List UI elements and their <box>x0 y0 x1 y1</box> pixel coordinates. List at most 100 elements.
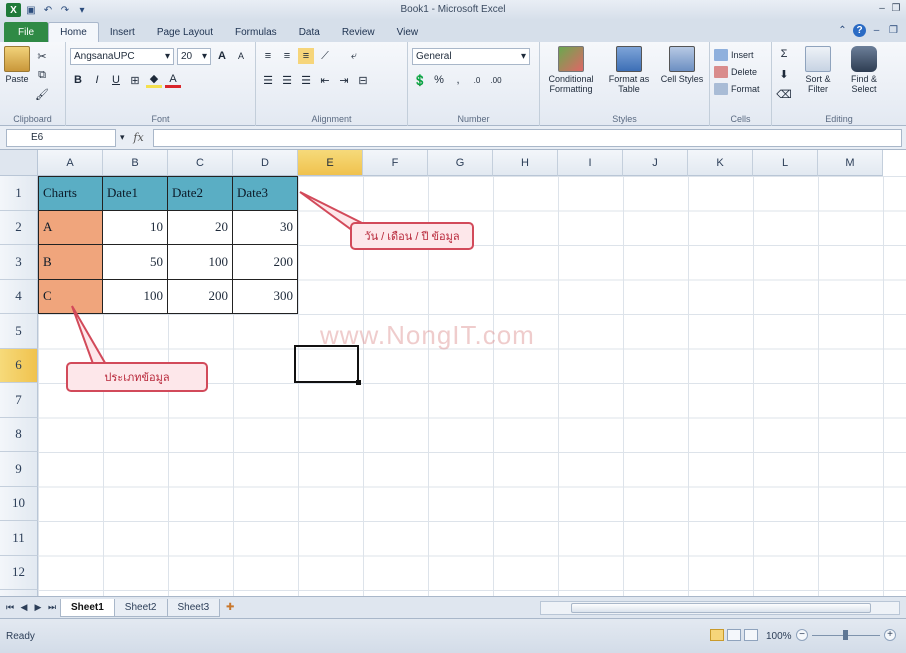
tab-data[interactable]: Data <box>288 22 331 42</box>
sheet-tab-3[interactable]: Sheet3 <box>166 598 221 617</box>
chevron-down-icon[interactable]: ▾ <box>120 132 125 143</box>
align-center-icon[interactable]: ☰ <box>279 72 295 88</box>
row-header-5[interactable]: 5 <box>0 314 38 349</box>
column-header-l[interactable]: L <box>753 150 818 176</box>
customize-qat-icon[interactable]: ▾ <box>75 3 89 17</box>
underline-icon[interactable]: U <box>108 72 124 88</box>
column-header-a[interactable]: A <box>38 150 103 176</box>
decrease-decimal-icon[interactable]: .00 <box>488 72 504 88</box>
italic-icon[interactable]: I <box>89 72 105 88</box>
percent-style-icon[interactable]: % <box>431 72 447 88</box>
row-header-8[interactable]: 8 <box>0 417 38 452</box>
save-icon[interactable]: ▣ <box>24 3 38 17</box>
tab-insert[interactable]: Insert <box>99 22 146 42</box>
column-header-m[interactable]: M <box>818 150 883 176</box>
excel-logo-icon[interactable]: X <box>6 3 21 17</box>
tab-page-layout[interactable]: Page Layout <box>146 22 224 42</box>
column-header-d[interactable]: D <box>233 150 298 176</box>
insert-sheet-icon[interactable]: ✚ <box>219 599 241 617</box>
zoom-in-icon[interactable]: + <box>884 629 896 641</box>
accounting-format-icon[interactable]: 💲 <box>412 72 428 88</box>
format-as-table-button[interactable]: Format as Table <box>604 46 654 94</box>
restore-icon[interactable]: ❐ <box>890 2 902 14</box>
minimize-icon[interactable]: – <box>876 2 888 14</box>
prev-sheet-icon[interactable]: ◀ <box>18 602 30 613</box>
align-middle-icon[interactable]: ≡ <box>279 48 295 64</box>
row-header-9[interactable]: 9 <box>0 452 38 487</box>
insert-function-icon[interactable]: fx <box>129 131 149 144</box>
align-bottom-icon[interactable]: ≡ <box>298 48 314 64</box>
wrap-text-icon[interactable]: ⤶ <box>346 48 362 64</box>
font-size-select[interactable]: 20 ▾ <box>177 47 211 65</box>
comma-style-icon[interactable]: , <box>450 72 466 88</box>
redo-icon[interactable]: ↷ <box>58 3 72 17</box>
value-cell[interactable]: 10 <box>103 210 168 245</box>
scrollbar-thumb[interactable] <box>571 603 871 613</box>
column-header-g[interactable]: G <box>428 150 493 176</box>
table-header-cell[interactable]: Date1 <box>103 176 168 211</box>
tab-file[interactable]: File <box>4 22 49 42</box>
value-cell[interactable]: 200 <box>233 245 298 280</box>
align-right-icon[interactable]: ☰ <box>298 72 314 88</box>
conditional-formatting-button[interactable]: Conditional Formatting <box>544 46 598 94</box>
delete-cells-button[interactable]: Delete <box>714 63 767 80</box>
value-cell[interactable]: 100 <box>103 279 168 314</box>
row-header-4[interactable]: 4 <box>0 279 38 314</box>
column-header-k[interactable]: K <box>688 150 753 176</box>
page-break-view-icon[interactable] <box>744 629 758 641</box>
tab-view[interactable]: View <box>386 22 430 42</box>
row-header-11[interactable]: 11 <box>0 521 38 556</box>
column-header-e[interactable]: E <box>298 150 363 176</box>
orientation-icon[interactable]: ⟋ <box>317 48 333 64</box>
tab-formulas[interactable]: Formulas <box>224 22 288 42</box>
row-header-3[interactable]: 3 <box>0 245 38 280</box>
help-icon[interactable]: ? <box>853 24 866 37</box>
shrink-font-icon[interactable]: A <box>233 48 249 64</box>
column-header-h[interactable]: H <box>493 150 558 176</box>
page-layout-view-icon[interactable] <box>727 629 741 641</box>
active-cell-e6[interactable] <box>294 345 361 385</box>
grow-font-icon[interactable]: A <box>214 48 230 64</box>
insert-cells-button[interactable]: Insert <box>714 46 767 63</box>
horizontal-scrollbar[interactable] <box>540 601 900 615</box>
value-cell[interactable]: 20 <box>168 210 233 245</box>
fill-color-icon[interactable]: ◆ <box>146 72 162 88</box>
formula-input[interactable] <box>152 128 902 147</box>
first-sheet-icon[interactable]: ⏮ <box>4 602 16 613</box>
category-cell[interactable]: B <box>38 245 103 280</box>
increase-indent-icon[interactable]: ⇥ <box>336 72 352 88</box>
last-sheet-icon[interactable]: ⏭ <box>46 602 58 613</box>
worksheet-grid[interactable]: ABCDEFGHIJKLM 12345678910111213 ChartsDa… <box>0 150 906 596</box>
row-header-10[interactable]: 10 <box>0 486 38 521</box>
workbook-restore-icon[interactable]: ❐ <box>887 24 900 37</box>
sheet-tab-2[interactable]: Sheet2 <box>113 598 168 617</box>
zoom-out-icon[interactable]: − <box>796 629 808 641</box>
increase-decimal-icon[interactable]: .0 <box>469 72 485 88</box>
decrease-indent-icon[interactable]: ⇤ <box>317 72 333 88</box>
cell-styles-button[interactable]: Cell Styles <box>660 46 704 94</box>
sheet-tab-1[interactable]: Sheet1 <box>60 598 115 617</box>
fill-icon[interactable]: ⬇ <box>776 66 792 82</box>
value-cell[interactable]: 50 <box>103 245 168 280</box>
table-header-cell[interactable]: Date2 <box>168 176 233 211</box>
font-name-select[interactable]: AngsanaUPC ▾ <box>70 47 174 65</box>
row-header-1[interactable]: 1 <box>0 176 38 211</box>
table-header-cell[interactable]: Date3 <box>233 176 298 211</box>
row-header-12[interactable]: 12 <box>0 555 38 590</box>
category-cell[interactable]: A <box>38 210 103 245</box>
font-color-icon[interactable]: A <box>165 72 181 88</box>
column-header-j[interactable]: J <box>623 150 688 176</box>
column-header-b[interactable]: B <box>103 150 168 176</box>
clear-icon[interactable]: ⌫ <box>776 86 792 102</box>
table-header-cell[interactable]: Charts <box>38 176 103 211</box>
workbook-minimize-icon[interactable]: – <box>870 24 883 37</box>
column-header-f[interactable]: F <box>363 150 428 176</box>
row-header-6[interactable]: 6 <box>0 348 38 383</box>
merge-center-icon[interactable]: ⊟ <box>355 72 371 88</box>
align-top-icon[interactable]: ≡ <box>260 48 276 64</box>
value-cell[interactable]: 100 <box>168 245 233 280</box>
category-cell[interactable]: C <box>38 279 103 314</box>
minimize-ribbon-icon[interactable]: ⌃ <box>836 24 849 37</box>
paste-button[interactable]: Paste <box>4 46 30 102</box>
normal-view-icon[interactable] <box>710 629 724 641</box>
